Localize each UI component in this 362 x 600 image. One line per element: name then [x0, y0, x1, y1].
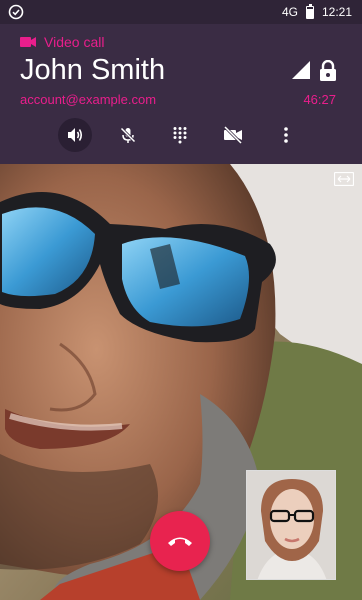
call-controls: [0, 116, 362, 160]
lock-icon: [320, 60, 336, 81]
network-type: 4G: [281, 5, 298, 19]
contact-name: John Smith: [20, 54, 166, 86]
call-header: Video call John Smith account@example.co…: [0, 24, 362, 164]
video-toggle-button[interactable]: [216, 118, 250, 152]
check-circle-icon: [8, 4, 24, 20]
more-options-button[interactable]: [269, 118, 303, 152]
call-type: Video call: [20, 34, 104, 50]
clock: 12:21: [321, 5, 352, 19]
end-call-button[interactable]: [150, 511, 210, 571]
mic-off-icon: [120, 127, 136, 143]
videocam-off-icon: [223, 126, 243, 144]
phone-hangup-icon: [168, 537, 192, 546]
more-vert-icon: [284, 127, 288, 143]
call-type-label: Video call: [44, 34, 105, 50]
dialpad-icon: [173, 127, 187, 144]
self-preview[interactable]: [246, 470, 336, 580]
call-duration: 46:27: [303, 92, 336, 107]
status-indicators: 4G 12:21: [282, 0, 352, 24]
videocam-icon: [20, 37, 36, 47]
dialpad-button[interactable]: [163, 118, 197, 152]
status-bar: 4G 12:21: [0, 0, 362, 24]
self-preview-image: [247, 471, 335, 579]
speaker-button[interactable]: [58, 118, 92, 152]
speaker-icon: [68, 128, 83, 142]
switch-camera-icon[interactable]: [334, 172, 354, 186]
signal-icon: [292, 61, 310, 79]
battery-icon: [305, 3, 314, 19]
account-label: account@example.com: [20, 92, 157, 107]
mute-button[interactable]: [111, 118, 145, 152]
